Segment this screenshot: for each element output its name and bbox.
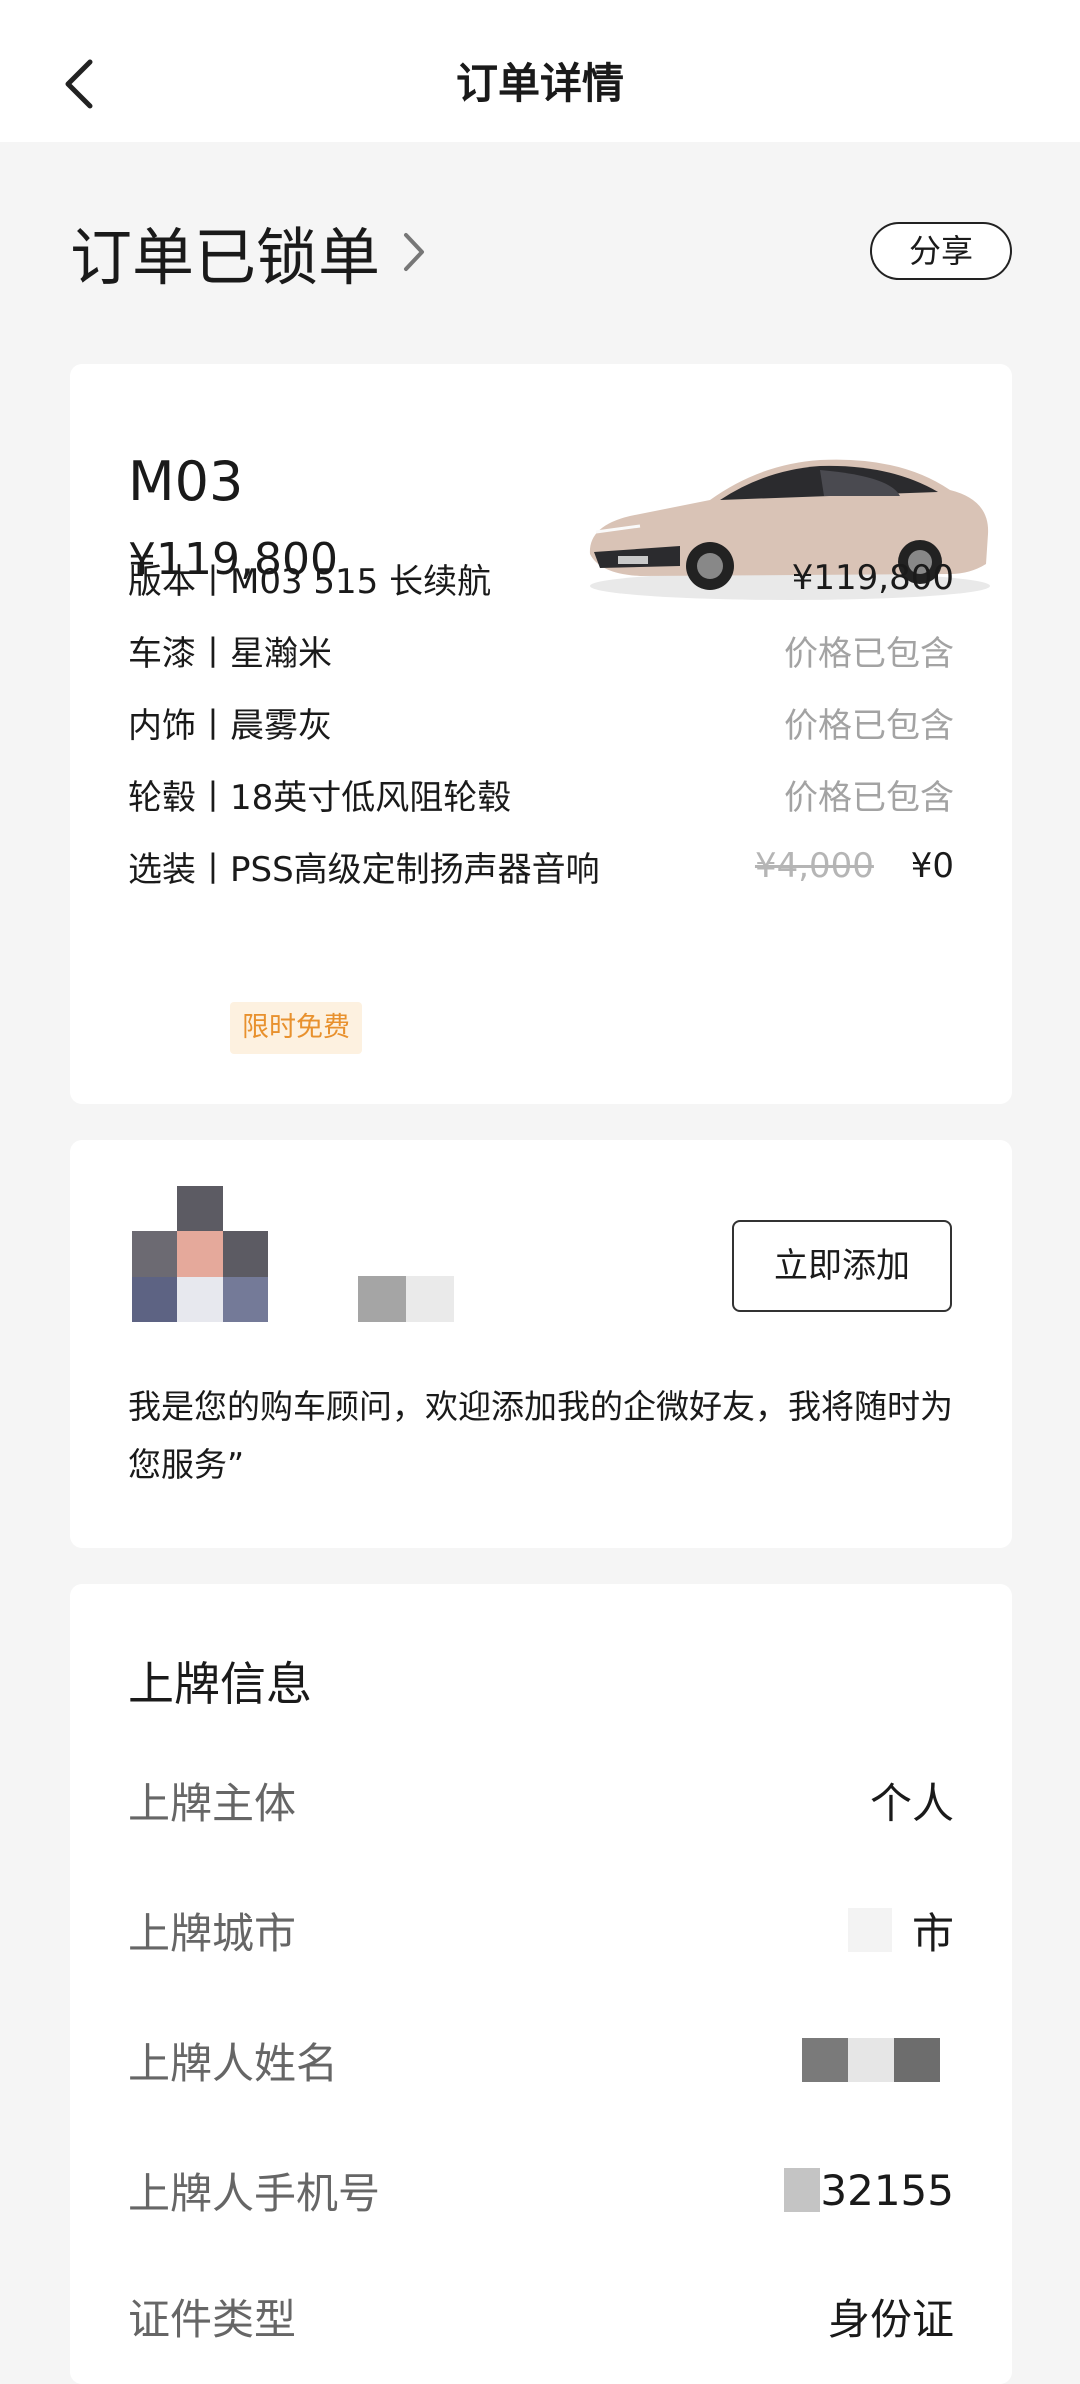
info-value: 个人 [869, 1778, 954, 1828]
spec-label: 内饰丨晨雾灰 [128, 705, 332, 746]
plate-info-card: 上牌信息 上牌主体 个人 上牌城市 市 上牌人姓名 上牌人手机号 32155 证… [70, 1584, 1012, 2384]
spec-value: 价格已包含 [784, 777, 954, 818]
spec-value: 价格已包含 [784, 705, 954, 746]
info-row-owner-type: 上牌主体 个人 [128, 1770, 954, 1830]
info-row-name: 上牌人姓名 [128, 2030, 954, 2090]
spec-row-wheels: 轮毂丨18英寸低风阻轮毂 价格已包含 [128, 770, 954, 818]
chevron-right-icon [400, 229, 428, 275]
add-advisor-button[interactable]: 立即添加 [732, 1220, 952, 1312]
order-status-row[interactable]: 订单已锁单 [70, 212, 428, 294]
spec-value: 价格已包含 [784, 633, 954, 674]
section-title: 上牌信息 [128, 1657, 312, 1711]
info-value: 32155 [820, 2165, 954, 2215]
car-order-card: M03 ¥119,800 版本丨M03 515 长续航 ¥119,800 车漆丨… [70, 364, 1012, 1104]
spec-row-interior: 内饰丨晨雾灰 价格已包含 [128, 698, 954, 746]
spec-value: ¥0 [910, 846, 954, 886]
redacted-mask [894, 2038, 940, 2082]
info-value: 市 [911, 1908, 954, 1958]
page-title: 订单详情 [455, 59, 624, 108]
info-value: 身份证 [827, 2294, 954, 2344]
avatar [132, 1186, 268, 1322]
spec-label: 版本丨M03 515 长续航 [128, 561, 492, 602]
spec-label: 轮毂丨18英寸低风阻轮毂 [128, 777, 512, 818]
info-label: 证件类型 [128, 2294, 297, 2344]
info-label: 上牌人手机号 [128, 2168, 381, 2218]
info-row-city: 上牌城市 市 [128, 1900, 954, 1960]
advisor-name-redacted [358, 1276, 454, 1322]
info-value-group: 32155 [784, 2166, 954, 2215]
advisor-message: 我是您的购车顾问，欢迎添加我的企微好友，我将随时为您服务” [128, 1387, 953, 1484]
spec-value: ¥119,800 [791, 558, 954, 598]
top-nav-bar: 订单详情 [0, 0, 1080, 142]
advisor-card: 立即添加 我是您的购车顾问，欢迎添加我的企微好友，我将随时为您服务” [70, 1140, 1012, 1548]
promo-badge: 限时免费 [230, 1002, 362, 1054]
info-row-id-type: 证件类型 身份证 [128, 2286, 954, 2346]
info-label: 上牌人姓名 [128, 2038, 339, 2088]
spec-row-option: 选装丨PSS高级定制扬声器音响 ¥4,000 ¥0 [128, 842, 954, 890]
redacted-mask [847, 1908, 892, 1952]
spec-label: 车漆丨星瀚米 [128, 633, 332, 674]
info-label: 上牌城市 [128, 1908, 297, 1958]
spec-row-version: 版本丨M03 515 长续航 ¥119,800 [128, 554, 954, 602]
redacted-mask [784, 2168, 821, 2212]
share-button[interactable]: 分享 [870, 222, 1012, 280]
info-value-redacted [802, 2038, 954, 2082]
spec-row-paint: 车漆丨星瀚米 价格已包含 [128, 626, 954, 674]
spec-value-group: ¥4,000 ¥0 [755, 846, 954, 886]
original-price: ¥4,000 [754, 846, 874, 886]
spec-label: 选装丨PSS高级定制扬声器音响 [128, 849, 600, 890]
info-value-group: 市 [847, 1900, 954, 1961]
info-label: 上牌主体 [128, 1778, 297, 1828]
car-model: M03 [128, 450, 244, 513]
redacted-mask [802, 2038, 848, 2082]
redacted-mask [848, 2038, 894, 2082]
order-status-title: 订单已锁单 [70, 221, 381, 294]
info-row-phone: 上牌人手机号 32155 [128, 2160, 954, 2220]
